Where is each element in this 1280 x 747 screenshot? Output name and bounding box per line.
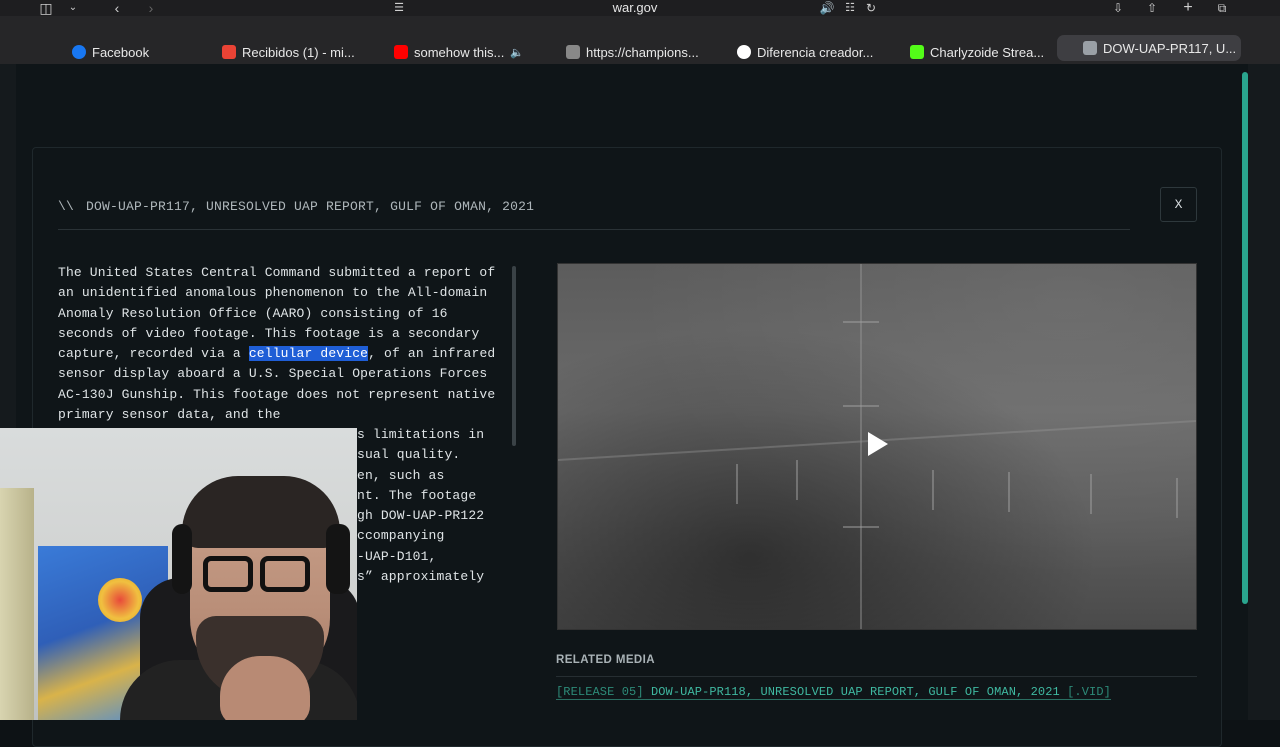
description-line: s limitations in — [357, 427, 485, 442]
play-icon[interactable] — [868, 432, 888, 456]
tab-label: Facebook — [92, 44, 150, 60]
page-scrollbar[interactable] — [1242, 72, 1248, 604]
selected-text: cellular device — [248, 346, 369, 362]
glasses-icon — [203, 556, 253, 592]
page-gutter-right — [1248, 64, 1280, 720]
tab-active-uap[interactable]: DOW-UAP-PR117, U... — [1057, 35, 1241, 61]
tab-kick[interactable]: Charlyzoide Strea... — [910, 40, 1044, 64]
webcam-curtain — [0, 488, 34, 720]
tab-overview-icon[interactable]: ⧉ — [1214, 0, 1230, 16]
release-tag: [RELEASE 05] — [556, 685, 644, 699]
webcam-hair — [182, 476, 340, 548]
tab-label: Diferencia creador... — [757, 44, 874, 60]
address-bar[interactable]: war.gov — [560, 0, 710, 15]
title-prefix: \\ — [58, 199, 75, 214]
reticle-tick — [1090, 474, 1092, 514]
headset-icon — [172, 524, 192, 594]
related-media-link[interactable]: [RELEASE 05] DOW-UAP-PR118, UNRESOLVED U… — [556, 685, 1111, 700]
chevron-down-icon[interactable]: ⌄ — [66, 0, 80, 16]
tab-label: somehow this... — [414, 44, 505, 60]
related-media-heading: RELATED MEDIA — [556, 654, 655, 666]
webcam-overlay — [0, 428, 357, 720]
video-player[interactable] — [557, 263, 1197, 630]
close-button[interactable]: X — [1160, 187, 1197, 222]
page-icon — [1083, 41, 1097, 55]
description-scrollbar[interactable] — [512, 266, 516, 446]
reticle-vertical-line — [860, 264, 862, 629]
tab-youtube[interactable]: somehow this... 🔈 — [394, 40, 524, 64]
webcam-hand — [220, 656, 310, 720]
audio-icon[interactable]: 🔊 — [820, 0, 835, 16]
tab-champions[interactable]: https://champions... — [566, 40, 699, 64]
tab-facebook[interactable]: Facebook — [72, 40, 149, 64]
youtube-icon — [394, 45, 408, 59]
title-divider — [58, 229, 1130, 230]
tab-bar: Facebook Recibidos (1) - mi... somehow t… — [0, 16, 1280, 64]
mute-icon[interactable]: 🔈 — [510, 46, 524, 59]
description-line: s” approximately — [357, 569, 485, 585]
reticle-tick — [796, 460, 798, 500]
tab-gmail[interactable]: Recibidos (1) - mi... — [222, 40, 355, 64]
reticle-tick — [843, 526, 879, 528]
kick-icon — [910, 45, 924, 59]
downloads-icon[interactable]: ⇩ — [1110, 0, 1126, 16]
reticle-tick — [843, 405, 879, 407]
description-tail: s limitations in sual quality. en, such as… — [357, 425, 484, 587]
browser-toolbar: ◫ ⌄ ‹ › ☰ war.gov 🔊 ☷ ↻ ⇩ ⇧ + ⧉ — [0, 0, 1280, 16]
page-icon — [566, 45, 580, 59]
description-line: -UAP-D101, — [357, 548, 437, 564]
tab-label: DOW-UAP-PR117, U... — [1103, 40, 1237, 56]
media-type-tag: [.VID] — [1067, 685, 1111, 699]
description-line: en, such as — [357, 467, 445, 483]
description-line: nt. The footage — [357, 487, 477, 503]
glasses-icon — [260, 556, 310, 592]
description-line: ccompanying — [357, 528, 445, 544]
sidebar-icon[interactable]: ◫ — [36, 0, 56, 16]
back-icon[interactable]: ‹ — [110, 0, 124, 16]
tab-chatgpt[interactable]: Diferencia creador... — [737, 40, 873, 64]
reticle-tick — [843, 321, 879, 323]
modal-title: \\ DOW-UAP-PR117, UNRESOLVED UAP REPORT, … — [58, 199, 534, 214]
tab-label: https://champions... — [586, 44, 699, 60]
description-line: gh DOW-UAP-PR122 — [357, 508, 485, 524]
title-text: DOW-UAP-PR117, UNRESOLVED UAP REPORT, GU… — [86, 199, 535, 214]
reticle-tick — [932, 470, 934, 510]
reticle-tick — [1008, 472, 1010, 512]
reload-icon[interactable]: ↻ — [864, 0, 878, 16]
headset-icon — [326, 524, 350, 594]
related-title: DOW-UAP-PR118, UNRESOLVED UAP REPORT, GU… — [650, 685, 1060, 699]
translate-icon[interactable]: ☷ — [842, 0, 858, 16]
description-line: sual quality. — [357, 447, 461, 463]
new-tab-icon[interactable]: + — [1180, 0, 1196, 16]
webcam-poster-sun — [98, 578, 142, 622]
forward-icon[interactable]: › — [144, 0, 158, 16]
chatgpt-icon — [737, 45, 751, 59]
related-divider — [556, 676, 1197, 677]
gmail-icon — [222, 45, 236, 59]
tab-label: Charlyzoide Strea... — [930, 44, 1045, 60]
reticle-tick — [736, 464, 738, 504]
tab-label: Recibidos (1) - mi... — [242, 44, 355, 60]
share-icon[interactable]: ⇧ — [1144, 0, 1160, 16]
page-menu-icon[interactable]: ☰ — [392, 0, 406, 16]
reticle-tick — [1176, 478, 1178, 518]
facebook-icon — [72, 45, 86, 59]
